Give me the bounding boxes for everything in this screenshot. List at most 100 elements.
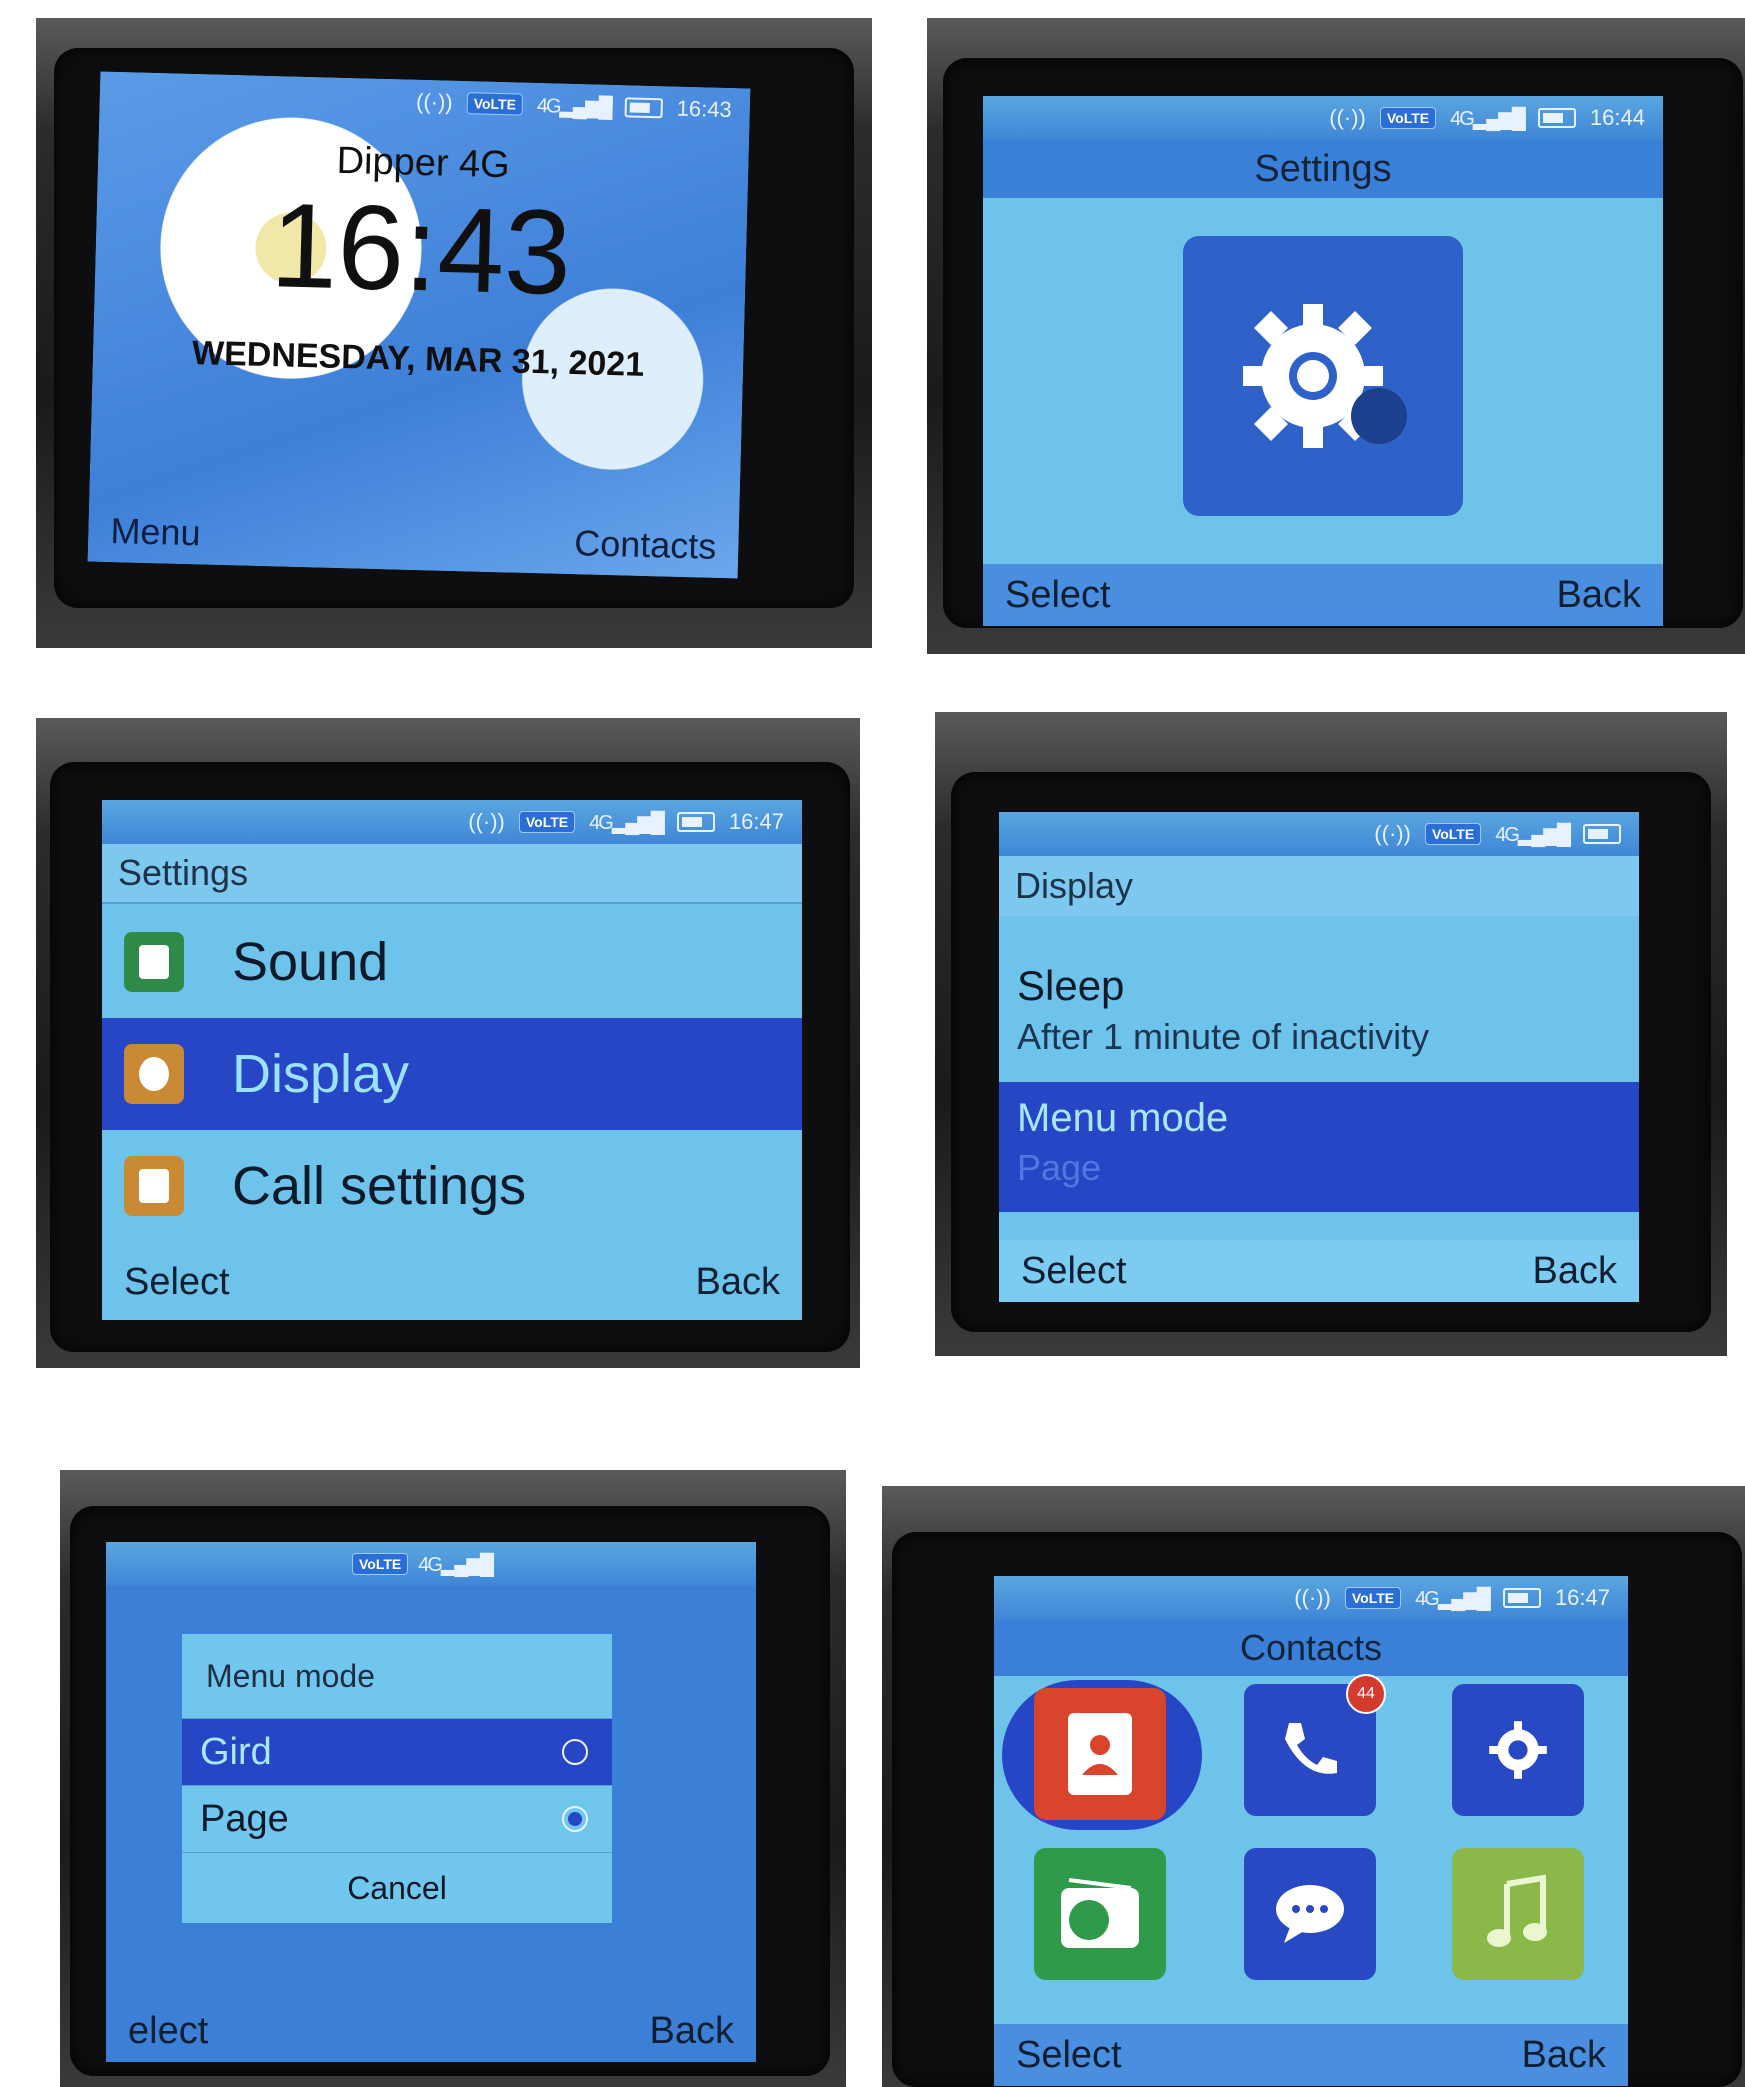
display-item[interactable]: Display [102,1018,802,1130]
signal-icon: 4G▂▄▆█ [589,811,665,834]
app-grid-screen: ((·)) VoLTE 4G▂▄▆█ 16:47 Contacts 44 Sel… [994,1576,1628,2086]
sound-icon [124,932,184,992]
wifi-icon: ((·)) [468,809,505,834]
radio-icon [1061,1878,1139,1948]
back-softkey[interactable]: Back [1557,574,1641,617]
select-softkey[interactable]: Select [1005,574,1111,617]
contacts-app[interactable] [1034,1688,1166,1820]
volte-icon: VoLTE [1344,1587,1402,1609]
phone-icon [1285,1723,1337,1774]
home-clock: 16:43 [269,178,573,320]
back-softkey[interactable]: Back [1522,2034,1606,2077]
list-header: Settings [102,844,802,904]
screen-title: Settings [983,140,1663,198]
call-settings-icon [124,1156,184,1216]
battery-icon [676,812,715,832]
volte-icon: VoLTE [1379,107,1437,129]
photo-display-list: ((·)) VoLTE 4G▂▄▆█ Display Sleep After 1… [935,712,1727,1356]
message-bubble-icon [1276,1885,1344,1943]
signal-icon: 4G▂▄▆█ [1495,823,1571,846]
battery-icon [1537,108,1576,128]
contacts-book-icon [1068,1713,1132,1795]
back-softkey[interactable]: Back [650,2010,734,2053]
dialog-title: Menu mode [206,1657,375,1694]
settings-tile-screen: ((·)) VoLTE 4G▂▄▆█ 16:44 Settings Select… [983,96,1663,626]
screen-title: Contacts [994,1620,1628,1676]
select-softkey[interactable]: Select [1021,1250,1127,1293]
sleep-value: After 1 minute of inactivity [1017,1016,1430,1057]
wifi-icon: ((·)) [415,88,454,115]
status-time: 16:43 [676,95,733,123]
wifi-icon: ((·)) [1374,821,1411,846]
photo-settings-list: ((·)) VoLTE 4G▂▄▆█ 16:47 Settings Sound … [36,718,860,1368]
option-label: Gird [200,1730,272,1773]
photo-home: ((·)) VoLTE 4G▂▄▆█ 16:43 Dipper 4G 16:43… [36,18,872,648]
status-bar: ((·)) VoLTE 4G▂▄▆█ 16:44 [983,96,1663,140]
messages-app[interactable] [1244,1848,1376,1980]
softkey-bar: Select Back [994,2024,1628,2086]
signal-icon: 4G▂▄▆█ [1450,107,1526,130]
list-header: Display [999,856,1639,916]
menu-mode-value: Page [1017,1147,1102,1188]
menu-mode-item[interactable]: Menu mode Page [999,1082,1639,1212]
battery-icon [1502,1588,1541,1608]
menu-softkey[interactable]: Menu [110,510,201,554]
call-settings-item[interactable]: Call settings [102,1130,802,1242]
radio-app[interactable] [1034,1848,1166,1980]
signal-icon: 4G▂▄▆█ [536,94,611,119]
select-softkey[interactable]: elect [128,2010,208,2053]
status-time: 16:44 [1589,105,1645,130]
option-label: Page [200,1797,289,1840]
select-softkey[interactable]: Select [1016,2034,1122,2077]
call-log-app[interactable]: 44 [1244,1674,1386,1816]
softkey-bar: elect Back [106,2000,756,2062]
music-app[interactable] [1452,1848,1584,1980]
list-item-label: Display [232,1044,410,1104]
display-icon [124,1044,184,1104]
radio-checked-icon [562,1806,588,1832]
battery-icon [1583,824,1621,844]
status-bar: ((·)) VoLTE 4G▂▄▆█ 16:47 [102,800,802,844]
photo-settings-tile: ((·)) VoLTE 4G▂▄▆█ 16:44 Settings Select… [927,18,1745,654]
status-bar: VoLTE 4G▂▄▆█ [106,1542,756,1586]
status-bar: ((·)) VoLTE 4G▂▄▆█ [999,812,1639,856]
sleep-title: Sleep [1017,962,1125,1009]
settings-list-screen: ((·)) VoLTE 4G▂▄▆█ 16:47 Settings Sound … [102,800,802,1320]
page-option[interactable]: Page [182,1785,612,1852]
battery-icon [624,97,663,119]
softkey-bar: Select Back [999,1240,1639,1302]
list-item-label: Sound [232,932,389,992]
home-screen: ((·)) VoLTE 4G▂▄▆█ 16:43 Dipper 4G 16:43… [87,71,751,579]
cancel-button[interactable]: Cancel [182,1852,612,1923]
wifi-icon: ((·)) [1329,105,1366,130]
photo-menu-mode: VoLTE 4G▂▄▆█ Menu mode Gird Page Cancel … [60,1470,846,2087]
contacts-softkey[interactable]: Contacts [574,522,717,568]
back-softkey[interactable]: Back [696,1261,780,1304]
status-time: 16:47 [1554,1585,1610,1610]
missed-calls-badge: 44 [1346,1674,1386,1714]
volte-icon: VoLTE [351,1553,409,1575]
list-item-label: Call settings [232,1156,527,1216]
signal-icon: 4G▂▄▆█ [418,1553,494,1576]
wifi-icon: ((·)) [1294,1585,1331,1610]
menu-mode-dialog: Menu mode Gird Page Cancel [182,1634,612,1923]
grid-option[interactable]: Gird [182,1718,612,1785]
status-time: 16:47 [728,809,784,834]
status-bar: ((·)) VoLTE 4G▂▄▆█ 16:47 [994,1576,1628,1620]
softkey-bar: Select Back [102,1244,802,1320]
music-note-icon [1487,1874,1547,1947]
display-list-screen: ((·)) VoLTE 4G▂▄▆█ Display Sleep After 1… [999,812,1639,1302]
sound-item[interactable]: Sound [102,906,802,1018]
volte-icon: VoLTE [1424,823,1482,845]
gear-icon [1489,1721,1547,1779]
select-softkey[interactable]: Select [124,1261,230,1304]
sleep-item[interactable]: Sleep After 1 minute of inactivity [999,962,1639,1072]
gear-icon [1243,304,1407,448]
settings-tile[interactable] [1183,236,1463,516]
volte-icon: VoLTE [466,92,524,116]
back-softkey[interactable]: Back [1533,1250,1617,1293]
settings-app[interactable] [1452,1684,1584,1816]
signal-icon: 4G▂▄▆█ [1415,1587,1491,1610]
photo-app-grid: ((·)) VoLTE 4G▂▄▆█ 16:47 Contacts 44 Sel… [882,1486,1745,2087]
menu-mode-title: Menu mode [1017,1096,1229,1140]
